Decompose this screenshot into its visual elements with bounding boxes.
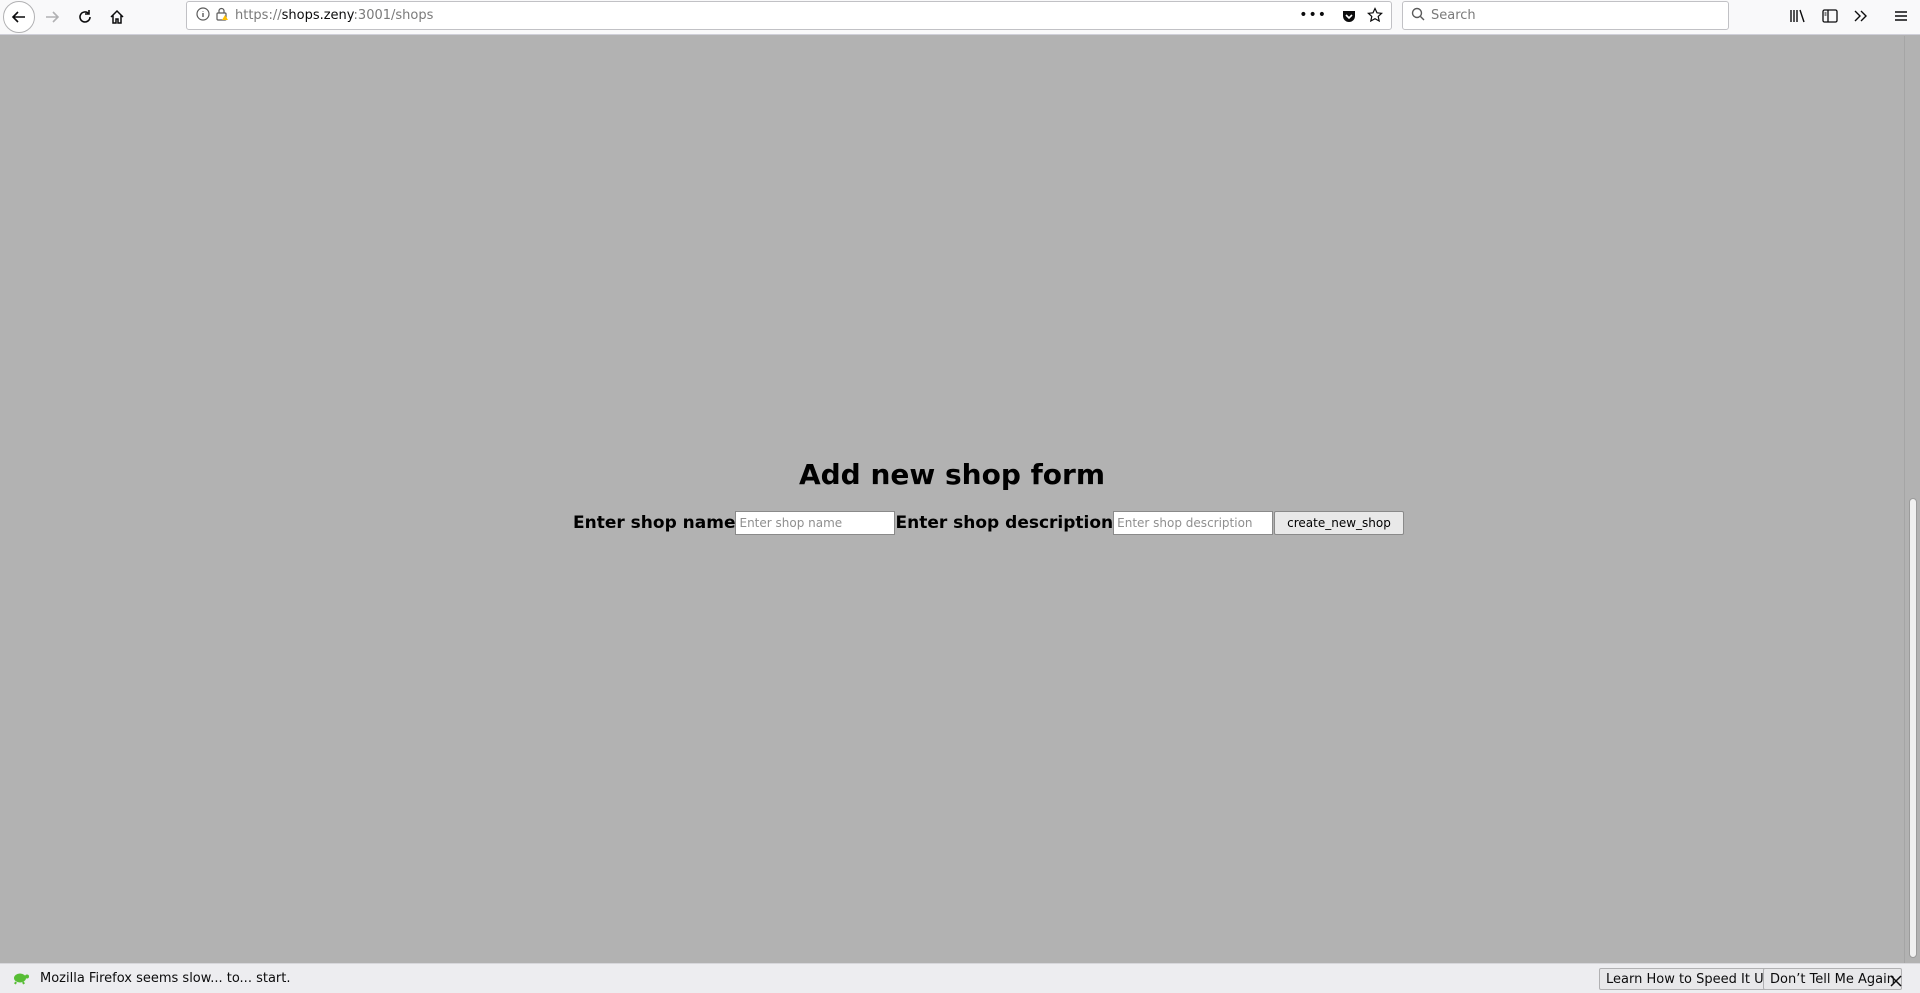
- bookmark-star-icon[interactable]: [1367, 7, 1383, 27]
- notification-message: Mozilla Firefox seems slow... to... star…: [40, 971, 291, 986]
- url-bar[interactable]: https://shops.zeny:3001/shops •••: [186, 1, 1392, 30]
- back-arrow-icon: [11, 11, 25, 23]
- home-button[interactable]: [101, 1, 133, 33]
- url-path: :3001/shops: [353, 8, 434, 23]
- shop-description-input[interactable]: [1113, 511, 1274, 535]
- hamburger-menu-icon[interactable]: [1888, 3, 1914, 29]
- reload-icon: [79, 10, 91, 23]
- reload-button[interactable]: [69, 1, 101, 33]
- vertical-scrollbar[interactable]: [1904, 36, 1920, 963]
- dont-tell-again-button[interactable]: Don’t Tell Me Again: [1763, 968, 1902, 990]
- pocket-icon[interactable]: [1341, 8, 1357, 28]
- search-placeholder: Search: [1431, 8, 1476, 23]
- forward-button[interactable]: [36, 1, 68, 33]
- overflow-chevron-icon[interactable]: [1848, 3, 1874, 29]
- search-bar[interactable]: Search: [1402, 1, 1729, 30]
- learn-speed-up-button[interactable]: Learn How to Speed It Up: [1599, 968, 1779, 990]
- back-button[interactable]: [3, 1, 35, 33]
- scrollbar-thumb[interactable]: [1909, 498, 1917, 958]
- insecure-lock-icon[interactable]: [215, 6, 229, 25]
- library-icon[interactable]: [1785, 3, 1811, 29]
- url-host: shops.zeny: [281, 8, 354, 23]
- sidebar-icon[interactable]: [1817, 3, 1843, 29]
- shop-name-label: Enter shop name: [573, 513, 736, 533]
- shop-description-label: Enter shop description: [895, 513, 1114, 533]
- close-icon[interactable]: [1890, 972, 1902, 991]
- search-icon: [1411, 6, 1425, 25]
- form-title: Add new shop form: [798, 458, 1106, 491]
- url-text[interactable]: https://shops.zeny:3001/shops: [235, 8, 433, 23]
- browser-toolbar: https://shops.zeny:3001/shops ••• Search: [0, 0, 1920, 35]
- add-shop-form: Enter shop name Enter shop description c…: [573, 510, 1404, 536]
- turtle-icon: [12, 970, 30, 990]
- home-icon: [110, 9, 124, 24]
- slow-startup-notification: Mozilla Firefox seems slow... to... star…: [0, 963, 1920, 993]
- info-icon[interactable]: [196, 6, 210, 25]
- shop-name-input[interactable]: [735, 511, 896, 535]
- url-prefix: https://: [235, 8, 282, 23]
- create-new-shop-button[interactable]: create_new_shop: [1274, 511, 1404, 535]
- page-actions-icon[interactable]: •••: [1299, 7, 1327, 23]
- forward-arrow-icon: [46, 11, 60, 23]
